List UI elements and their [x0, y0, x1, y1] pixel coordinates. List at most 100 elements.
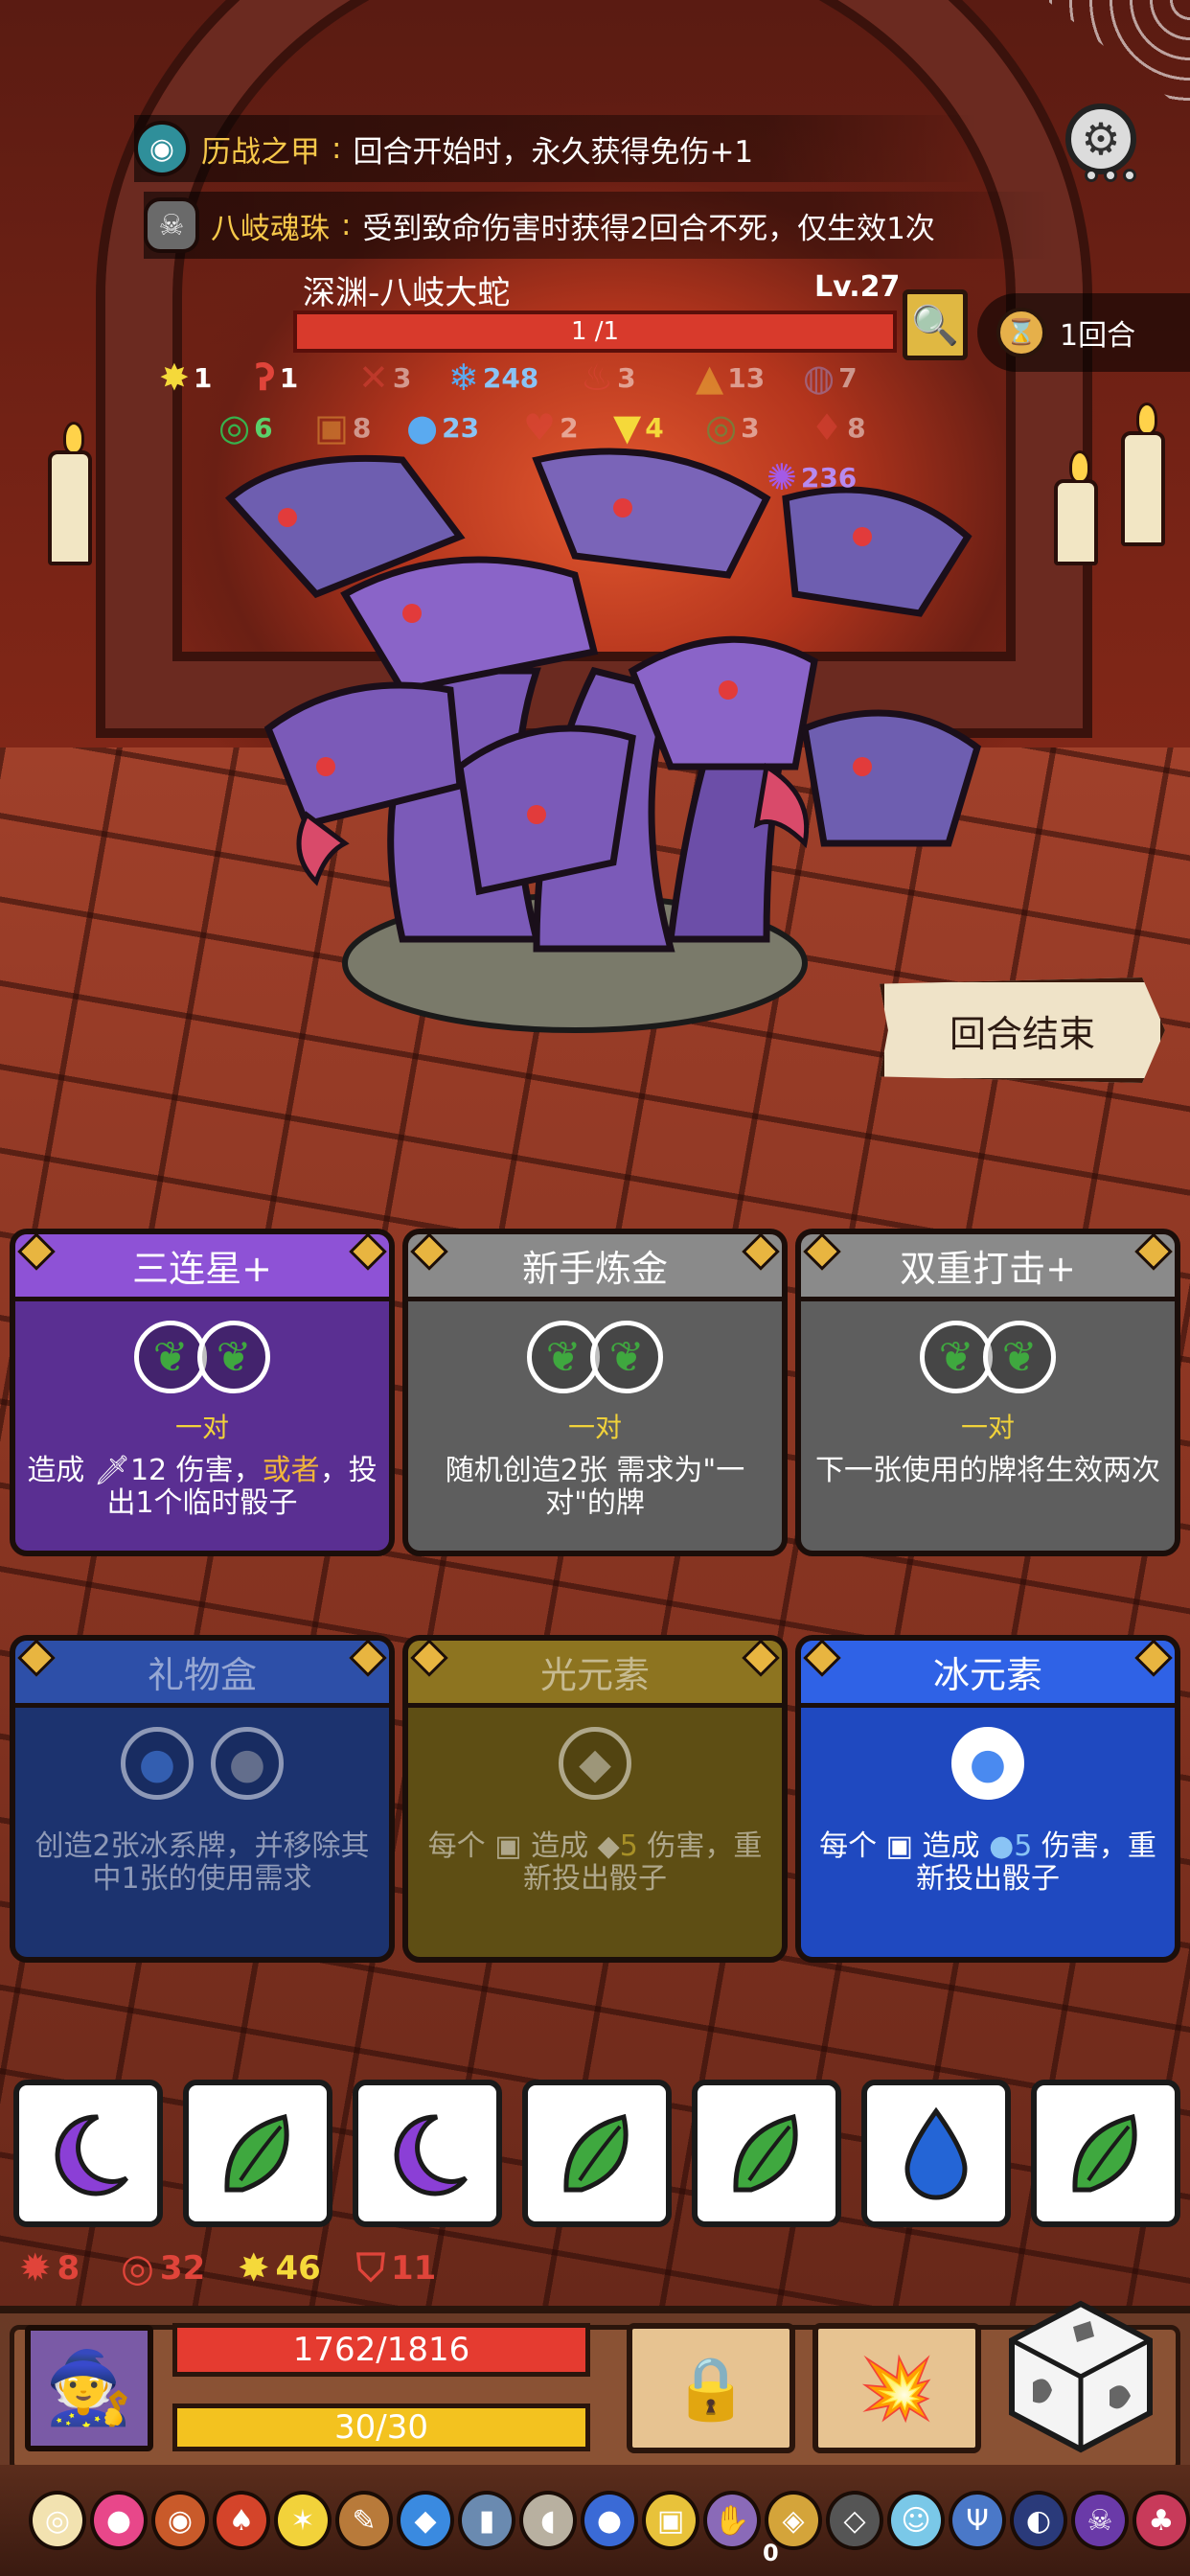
dice-drop[interactable]	[861, 2080, 1011, 2227]
dice-leaf[interactable]	[1031, 2080, 1180, 2227]
boss-status-spark[interactable]: ✺ 236	[767, 456, 857, 498]
hourglass-icon: ⌛	[996, 308, 1046, 357]
spiral-icon: ◎	[121, 2246, 154, 2290]
boss-status-freeze[interactable]: ❄ 248	[448, 356, 538, 399]
cannon-relic-icon[interactable]: ▮	[458, 2491, 515, 2550]
boss-status-triangle[interactable]: ▼ 4	[613, 406, 664, 448]
horn-relic-icon[interactable]: ♠	[213, 2491, 270, 2550]
skull-relic-icon[interactable]: ☠	[1071, 2491, 1129, 2550]
stat-value: 32	[159, 2249, 206, 2288]
status-value: 3	[392, 361, 412, 394]
player-stat-burst[interactable]: ✹ 8	[19, 2246, 80, 2290]
potion-relic-icon[interactable]: ●	[90, 2491, 148, 2550]
boss-name: 深渊-八岐大蛇	[303, 274, 511, 312]
ghost-relic-icon[interactable]: ☺	[887, 2491, 945, 2550]
damage-value: 5	[619, 1829, 638, 1863]
status-value: 1	[279, 361, 299, 394]
drop-die-icon: ▣	[885, 1829, 913, 1863]
player-hp-bar: 1762/1816	[172, 2323, 590, 2377]
boss-status-heart-down[interactable]: ♥ 2	[523, 406, 579, 448]
player-stat-shield[interactable]: ⛉ 11	[356, 2246, 436, 2290]
speech-icon: ◍	[803, 356, 835, 399]
moon-icon	[55, 2114, 128, 2196]
boss-status-swirl[interactable]: ◎ 6	[218, 406, 273, 448]
dice-leaf[interactable]	[522, 2080, 672, 2227]
buff-separator: :	[341, 208, 352, 242]
horn-shell-relic-icon[interactable]: ◖	[519, 2491, 577, 2550]
leaf-icon: ❦	[134, 1321, 207, 1393]
end-turn-button[interactable]: 回合结束	[880, 978, 1165, 1083]
desc-part: 每个	[427, 1829, 495, 1863]
desc-part: 造成	[913, 1829, 990, 1863]
padlock-icon: 🔒	[673, 2353, 749, 2425]
dice-moon[interactable]	[13, 2080, 163, 2227]
buff-bar-armor[interactable]: ◉ 历战之甲: 回合开始时，永久获得免伤+1	[134, 115, 977, 182]
desc-part: 每个	[819, 1829, 886, 1863]
shield-icon: ⛉	[356, 2246, 385, 2290]
card-requirement: 一对	[567, 1412, 622, 1443]
scroll-relic-icon[interactable]: ✎	[335, 2491, 393, 2550]
wing-relic-icon[interactable]: ♣	[1133, 2491, 1190, 2550]
star-icon: ✸	[238, 2246, 270, 2290]
dice-leaf[interactable]	[692, 2080, 841, 2227]
boss-status-hook[interactable]: ʔ1	[255, 356, 298, 399]
boss-status-blade[interactable]: ✕ 3	[358, 356, 411, 399]
boss-status-bubble[interactable]: ● 23	[406, 406, 479, 448]
claw-hand-relic-icon[interactable]: ✋	[703, 2491, 761, 2550]
hydra-orb-icon: ☠	[144, 197, 199, 253]
player-stat-star[interactable]: ✸ 46	[238, 2246, 321, 2290]
buff-bar-orb[interactable]: ☠ 八岐魂珠: 受到致命伤害时获得2回合不死，仅生效1次	[144, 192, 1054, 259]
diamond-icon: ◆	[597, 1829, 620, 1863]
lock-skill-slot[interactable]: 🔒	[627, 2323, 795, 2453]
mask-relic-icon[interactable]: ◐	[1010, 2491, 1067, 2550]
player-avatar[interactable]: 🧙	[25, 2325, 153, 2451]
boss-status-blood[interactable]: ♨ 3	[581, 356, 636, 399]
card-light-element[interactable]: 光元素 ◆ 每个 ▣ 造成 ◆5 伤害，重新投出骰子	[402, 1635, 788, 1963]
buff-name: 历战之甲	[201, 134, 320, 170]
relic-bar: ◎ ● ◉ ♠ ✶ ✎ ◆ ▮ ◖ ● ▣ ✋ ◈ ◇ ☺ Ψ ◐ ☠ ♣	[0, 2465, 1190, 2576]
dice-leaf[interactable]	[183, 2080, 332, 2227]
card-novice-alchemy[interactable]: 新手炼金 ❦ ❦ 一对 随机创造2张 需求为"一对"的牌	[402, 1229, 788, 1556]
fork-relic-icon[interactable]: Ψ	[949, 2491, 1006, 2550]
magnifier-book-icon[interactable]: 🔍	[903, 289, 968, 360]
dice-moon[interactable]	[353, 2080, 502, 2227]
card-double-strike[interactable]: 双重打击+ ❦ ❦ 一对 下一张使用的牌将生效两次	[795, 1229, 1180, 1556]
claw-relic-icon[interactable]: ✶	[274, 2491, 332, 2550]
boss-status-flame[interactable]: ♦ 8	[811, 406, 866, 448]
buff-name: 八岐魂珠	[211, 211, 330, 246]
boss-status-lock[interactable]: ▣ 8	[314, 406, 371, 448]
orb-relic-icon[interactable]: ●	[581, 2491, 638, 2550]
desc-part: 造成	[521, 1829, 598, 1863]
leaf-icon: ❦	[590, 1321, 663, 1393]
status-value: 6	[254, 411, 273, 444]
boss-status-star[interactable]: ✸ 1	[159, 356, 212, 399]
player-stat-spiral[interactable]: ◎ 32	[121, 2246, 205, 2290]
boss-status-pyramid[interactable]: ▲ 13	[696, 356, 765, 399]
dice-relic-icon[interactable]: ▣	[642, 2491, 699, 2550]
relic-count: 0	[763, 2540, 779, 2566]
boss-status-speech[interactable]: ◍ 7	[803, 356, 858, 399]
diamond-die-icon: ▣	[494, 1829, 522, 1863]
ring-relic-icon[interactable]: ◎	[29, 2491, 86, 2550]
status-value: 8	[847, 411, 866, 444]
card-gift-box[interactable]: 礼物盒 ● ● 创造2张冰系牌，并移除其中1张的使用需求	[10, 1635, 395, 1963]
card-description: 造成 🗡12 伤害，或者，投出1个临时骰子	[27, 1455, 378, 1520]
card-ice-element[interactable]: 冰元素 ● 每个 ▣ 造成 ●5 伤害，重新投出骰子	[795, 1635, 1180, 1963]
explosion-skill-slot[interactable]: 💥	[812, 2323, 981, 2453]
gear-icon[interactable]: ⚙	[1065, 104, 1136, 174]
card-triple-star[interactable]: 三连星+ ❦ ❦ 一对 造成 🗡12 伤害，或者，投出1个临时骰子	[10, 1229, 395, 1556]
crystal-relic-icon[interactable]: ◇	[826, 2491, 883, 2550]
status-value: 13	[727, 361, 766, 394]
card-title-bar: 光元素	[408, 1641, 782, 1708]
gem-relic-icon[interactable]: ◆	[397, 2491, 454, 2550]
boss-status-swirl-2[interactable]: ◎ 3	[705, 406, 760, 448]
reroll-die-button[interactable]	[1006, 2298, 1156, 2453]
boss-level: Lv.27	[814, 270, 901, 304]
drop-icon	[904, 2106, 968, 2200]
leaf-icon: ❦	[983, 1321, 1056, 1393]
moon-icon	[394, 2114, 468, 2196]
card-description: 创造2张冰系牌，并移除其中1张的使用需求	[34, 1829, 370, 1896]
belt-relic-icon[interactable]: ◉	[151, 2491, 209, 2550]
pyramid-icon: ▲	[696, 356, 724, 399]
card-title: 冰元素	[801, 1641, 1175, 1708]
